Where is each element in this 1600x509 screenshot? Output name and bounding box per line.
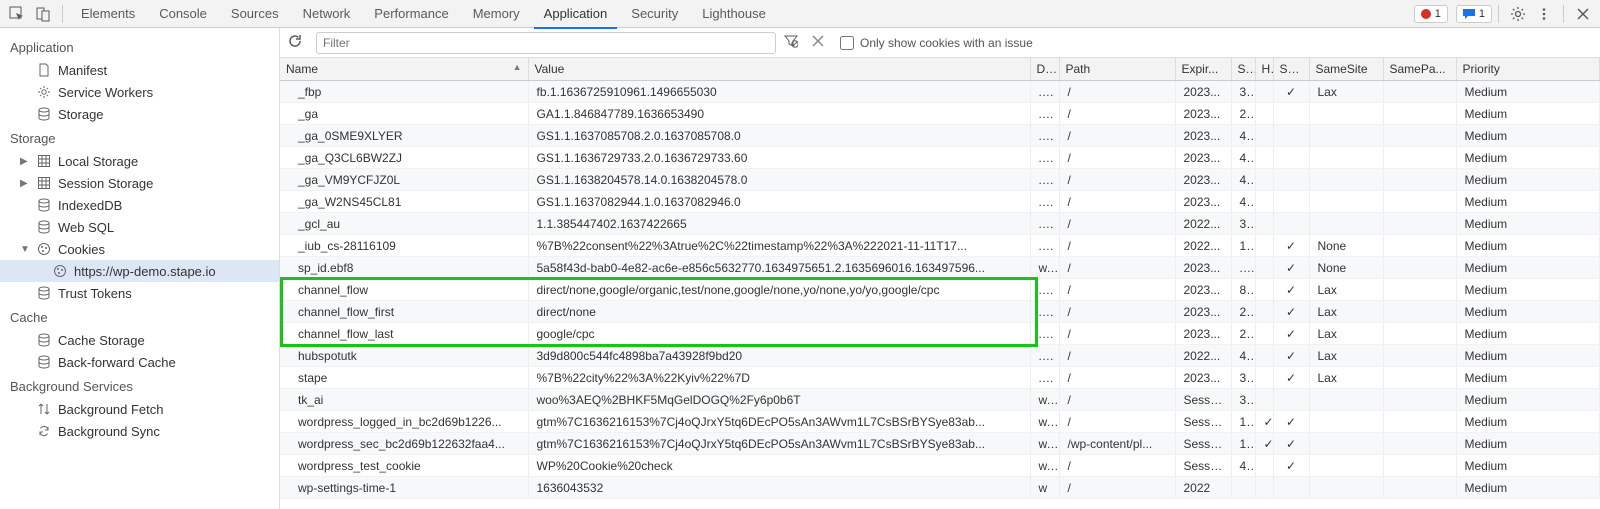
- table-row[interactable]: channel_flow_lastgoogle/cpc..../2023...2…: [280, 323, 1600, 345]
- tab-application[interactable]: Application: [532, 0, 620, 28]
- table-row[interactable]: _ga_W2NS45CL81GS1.1.1637082944.1.0.16370…: [280, 191, 1600, 213]
- sidebar-group-background-services: Background Services: [0, 373, 279, 398]
- db-icon: [36, 106, 52, 122]
- only-issues-checkbox[interactable]: Only show cookies with an issue: [840, 36, 1033, 50]
- cookie-icon: [36, 241, 52, 257]
- cookies-table-wrap[interactable]: NameValueD...PathExpir...S...HSe...SameS…: [280, 58, 1600, 509]
- col-d[interactable]: D...: [1030, 58, 1059, 81]
- sidebar-group-application: Application: [0, 34, 279, 59]
- cookie-icon: [52, 263, 68, 279]
- col-value[interactable]: Value: [528, 58, 1030, 81]
- tab-memory[interactable]: Memory: [461, 0, 532, 28]
- tab-performance[interactable]: Performance: [362, 0, 460, 28]
- grid-icon: [36, 153, 52, 169]
- db-icon: [36, 332, 52, 348]
- refresh-icon[interactable]: [288, 34, 308, 51]
- table-row[interactable]: _ga_Q3CL6BW2ZJGS1.1.1636729733.2.0.16367…: [280, 147, 1600, 169]
- message-count: 1: [1479, 8, 1485, 20]
- clear-filter-icon[interactable]: [784, 34, 804, 51]
- sidebar-item-session-storage[interactable]: ▶Session Storage: [0, 172, 279, 194]
- tab-lighthouse[interactable]: Lighthouse: [690, 0, 778, 28]
- tab-elements[interactable]: Elements: [69, 0, 147, 28]
- table-row[interactable]: wordpress_sec_bc2d69b122632faa4...gtm%7C…: [280, 433, 1600, 455]
- sidebar-group-storage: Storage: [0, 125, 279, 150]
- tab-console[interactable]: Console: [147, 0, 219, 28]
- error-count: 1: [1435, 8, 1441, 20]
- col-samesite[interactable]: SameSite: [1309, 58, 1383, 81]
- sync-icon: [36, 423, 52, 439]
- cookies-panel: Only show cookies with an issue NameValu…: [280, 28, 1600, 509]
- table-row[interactable]: wordpress_test_cookieWP%20Cookie%20check…: [280, 455, 1600, 477]
- grid-icon: [36, 175, 52, 191]
- inspect-element-icon[interactable]: [4, 1, 30, 27]
- table-row[interactable]: channel_flow_firstdirect/none..../2023..…: [280, 301, 1600, 323]
- device-toolbar-icon[interactable]: [30, 1, 56, 27]
- table-row[interactable]: channel_flowdirect/none,google/organic,t…: [280, 279, 1600, 301]
- sidebar-group-cache: Cache: [0, 304, 279, 329]
- sidebar-item-background-sync[interactable]: Background Sync: [0, 420, 279, 442]
- col-priority[interactable]: Priority: [1456, 58, 1600, 81]
- sidebar-item-manifest[interactable]: Manifest: [0, 59, 279, 81]
- main-area: ApplicationManifestService WorkersStorag…: [0, 28, 1600, 509]
- gear-icon: [36, 84, 52, 100]
- table-row[interactable]: stape%7B%22city%22%3A%22Kyiv%22%7D..../2…: [280, 367, 1600, 389]
- sidebar-item-web-sql[interactable]: Web SQL: [0, 216, 279, 238]
- cookies-table: NameValueD...PathExpir...S...HSe...SameS…: [280, 58, 1600, 499]
- sidebar-item-https-wp-demo-stape-io[interactable]: https://wp-demo.stape.io: [0, 260, 279, 282]
- sidebar-item-indexeddb[interactable]: IndexedDB: [0, 194, 279, 216]
- sidebar-item-storage[interactable]: Storage: [0, 103, 279, 125]
- cookies-toolbar: Only show cookies with an issue: [280, 28, 1600, 58]
- tab-network[interactable]: Network: [291, 0, 363, 28]
- message-count-badge[interactable]: 1: [1456, 5, 1492, 23]
- db-icon: [36, 219, 52, 235]
- col-s[interactable]: S...: [1231, 58, 1255, 81]
- table-row[interactable]: sp_id.ebf85a58f43d-bab0-4e82-ac6e-e856c5…: [280, 257, 1600, 279]
- col-h[interactable]: H: [1255, 58, 1273, 81]
- doc-icon: [36, 62, 52, 78]
- sidebar-item-cookies[interactable]: ▼Cookies: [0, 238, 279, 260]
- sidebar-item-background-fetch[interactable]: Background Fetch: [0, 398, 279, 420]
- col-samepa[interactable]: SamePa...: [1383, 58, 1456, 81]
- table-row[interactable]: _ga_0SME9XLYERGS1.1.1637085708.2.0.16370…: [280, 125, 1600, 147]
- table-row[interactable]: _ga_VM9YCFJZ0LGS1.1.1638204578.14.0.1638…: [280, 169, 1600, 191]
- arrows-icon: [36, 401, 52, 417]
- sidebar-item-cache-storage[interactable]: Cache Storage: [0, 329, 279, 351]
- application-sidebar[interactable]: ApplicationManifestService WorkersStorag…: [0, 28, 280, 509]
- sidebar-item-trust-tokens[interactable]: Trust Tokens: [0, 282, 279, 304]
- devtools-tabbar: ElementsConsoleSourcesNetworkPerformance…: [0, 0, 1600, 28]
- only-issues-label: Only show cookies with an issue: [860, 36, 1033, 50]
- clear-all-icon[interactable]: [812, 35, 832, 50]
- table-row[interactable]: _fbpfb.1.1636725910961.1496655030..../20…: [280, 81, 1600, 103]
- close-devtools-icon[interactable]: [1570, 1, 1596, 27]
- error-count-badge[interactable]: 1: [1414, 5, 1448, 23]
- col-expir[interactable]: Expir...: [1175, 58, 1231, 81]
- table-row[interactable]: tk_aiwoo%3AEQ%2BHKF5MqGelDOGQ%2Fy6p0b6Tw…: [280, 389, 1600, 411]
- sidebar-item-service-workers[interactable]: Service Workers: [0, 81, 279, 103]
- sidebar-item-back-forward-cache[interactable]: Back-forward Cache: [0, 351, 279, 373]
- tab-sources[interactable]: Sources: [219, 0, 291, 28]
- tab-security[interactable]: Security: [619, 0, 690, 28]
- table-row[interactable]: hubspotutk3d9d800c544fc4898ba7a43928f9bd…: [280, 345, 1600, 367]
- settings-icon[interactable]: [1505, 1, 1531, 27]
- table-row[interactable]: wp-settings-time-11636043532w/2022Medium: [280, 477, 1600, 499]
- more-options-icon[interactable]: [1531, 1, 1557, 27]
- db-icon: [36, 197, 52, 213]
- table-row[interactable]: _gaGA1.1.846847789.1636653490..../2023..…: [280, 103, 1600, 125]
- col-name[interactable]: Name: [280, 58, 528, 81]
- db-icon: [36, 354, 52, 370]
- col-se[interactable]: Se...: [1273, 58, 1309, 81]
- sidebar-item-local-storage[interactable]: ▶Local Storage: [0, 150, 279, 172]
- table-row[interactable]: _iub_cs-28116109%7B%22consent%22%3Atrue%…: [280, 235, 1600, 257]
- filter-input[interactable]: [316, 32, 776, 54]
- db-icon: [36, 285, 52, 301]
- table-row[interactable]: wordpress_logged_in_bc2d69b1226...gtm%7C…: [280, 411, 1600, 433]
- col-path[interactable]: Path: [1059, 58, 1175, 81]
- table-row[interactable]: _gcl_au1.1.385447402.1637422665..../2022…: [280, 213, 1600, 235]
